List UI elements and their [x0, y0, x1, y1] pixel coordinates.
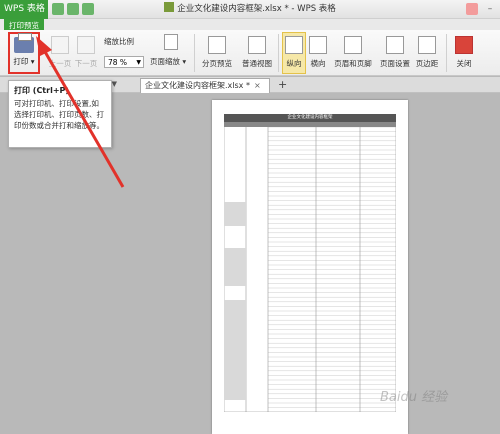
landscape-button[interactable]: 横向 [308, 36, 328, 69]
header-footer-icon [344, 36, 362, 54]
close-preview-button[interactable]: 关闭 [452, 36, 476, 69]
skin-icon[interactable] [466, 3, 478, 15]
print-button[interactable]: 打印 ▾ [8, 32, 40, 74]
margins-icon [418, 36, 436, 54]
normal-view-button[interactable]: 普通视图 [240, 36, 274, 69]
portrait-icon [285, 36, 303, 54]
title-bar: WPS 表格▼ 企业文化建设内容框架.xlsx * - WPS 表格 – [0, 0, 500, 32]
tooltip-title: 打印 (Ctrl+P) [14, 86, 70, 95]
print-label: 打印 [13, 57, 29, 66]
spreadsheet-icon [164, 2, 175, 12]
next-page-button[interactable]: 下一页 [74, 36, 98, 69]
ribbon-divider [278, 34, 279, 72]
minimize-icon[interactable]: – [484, 3, 496, 15]
chevron-down-icon: ▼ [136, 59, 141, 66]
zoom-select[interactable]: 78 % ▼ [104, 56, 144, 68]
printer-icon [14, 33, 34, 53]
page-setup-icon [386, 36, 404, 54]
margins-button[interactable]: 页边距 [414, 36, 440, 69]
prev-page-button[interactable]: 上一页 [48, 36, 72, 69]
sheet-table [224, 122, 396, 412]
sheet-title: 企业文化建设内容框架 [224, 114, 396, 122]
header-footer-button[interactable]: 页眉和页脚 [332, 36, 374, 69]
watermark: Baidu 经验 [380, 390, 448, 405]
print-tooltip: 打印 (Ctrl+P) 可对打印机、打印设置,如选择打印机、打印页数、打印份数或… [8, 80, 112, 148]
page-zoom-button[interactable]: 页面缩放 ▾ [150, 56, 186, 67]
page-break-preview-button[interactable]: 分页预览 [200, 36, 234, 69]
window-title: 企业文化建设内容框架.xlsx * - WPS 表格 [0, 0, 500, 19]
window-controls: – [466, 3, 496, 15]
close-icon [455, 36, 473, 54]
portrait-button[interactable]: 纵向 [284, 36, 304, 69]
ribbon-divider [446, 34, 447, 72]
print-preview-page: 企业文化建设内容框架 [212, 100, 408, 434]
normal-view-icon [248, 36, 266, 54]
ribbon-tab-strip [0, 19, 500, 30]
zoom-label: 缩放比例 [104, 37, 134, 46]
prev-page-icon [51, 36, 69, 54]
tooltip-body: 可对打印机、打印设置,如选择打印机、打印页数、打印份数或合并打和缩放等。 [14, 99, 104, 130]
landscape-icon [309, 36, 327, 54]
next-page-icon [77, 36, 95, 54]
ribbon-divider [194, 34, 195, 72]
page-zoom-icon[interactable] [164, 34, 178, 50]
new-tab-button[interactable]: + [278, 78, 287, 91]
page-break-icon [208, 36, 226, 54]
page-setup-button[interactable]: 页面设置 [378, 36, 412, 69]
document-tab[interactable]: 企业文化建设内容框架.xlsx * × [140, 78, 270, 93]
close-tab-icon[interactable]: × [254, 81, 261, 90]
